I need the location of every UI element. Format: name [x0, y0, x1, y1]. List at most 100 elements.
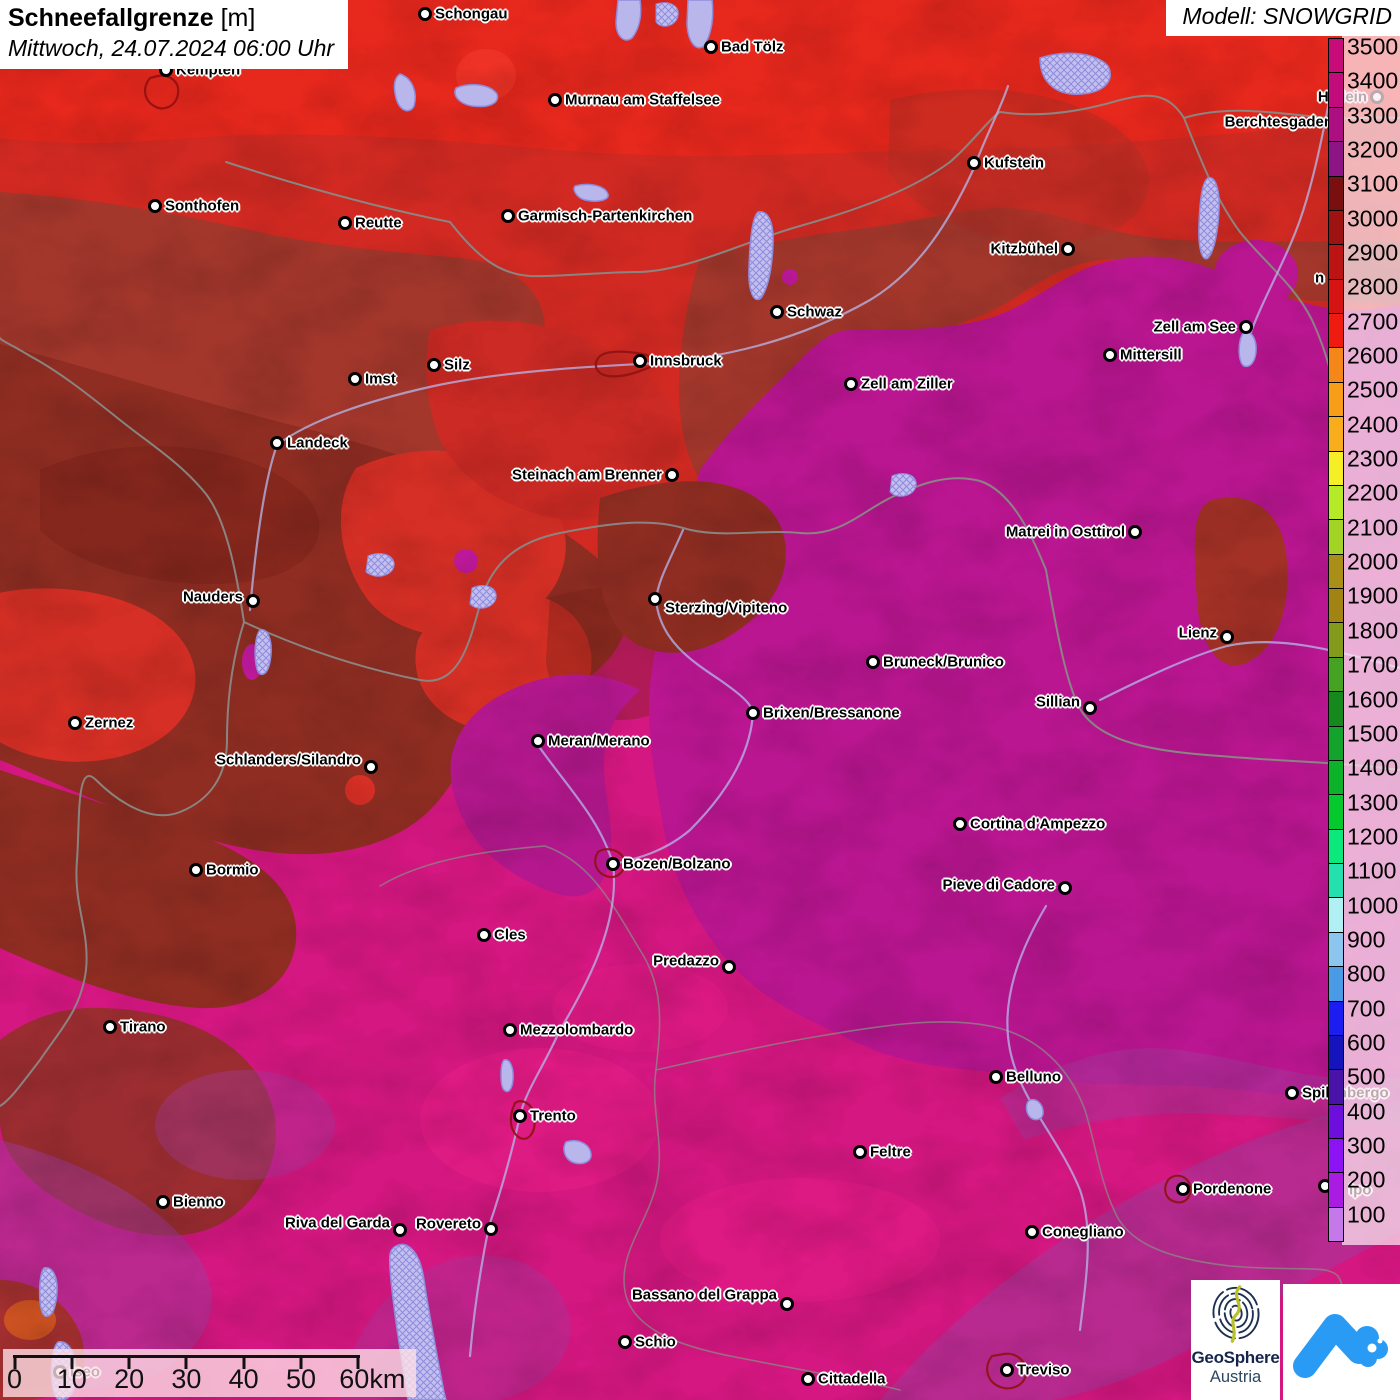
- city-marker: [967, 156, 981, 170]
- city-label: Bienno: [173, 1193, 224, 1211]
- city-label: Conegliano: [1042, 1223, 1124, 1241]
- city-label-fragment: n: [1315, 269, 1325, 287]
- scale-bar-label: 60km: [339, 1364, 406, 1394]
- city-marker: [606, 857, 620, 871]
- city-label: Tirano: [120, 1018, 166, 1036]
- city-label: Lienz: [1178, 624, 1217, 642]
- scale-bar-label: 30: [171, 1364, 202, 1394]
- city-label: Schwaz: [787, 303, 843, 321]
- city-label: Mittersill: [1120, 346, 1182, 364]
- city-label: Zell am See: [1153, 318, 1236, 336]
- map-title-box: Schneefallgrenze [m] Mittwoch, 24.07.202…: [0, 0, 349, 69]
- city-marker: [270, 436, 284, 450]
- city-label: Meran/Merano: [548, 732, 650, 750]
- city-label: Belluno: [1006, 1068, 1061, 1086]
- city-marker: [989, 1070, 1003, 1084]
- city-marker: [866, 655, 880, 669]
- city-label: Predazzo: [653, 952, 719, 970]
- city-label: Hallein: [1317, 88, 1367, 106]
- city-marker: [1220, 630, 1234, 644]
- city-marker: [1370, 90, 1384, 104]
- city-layer: Schongau Bad Tölz Kempten Murnau am Staffel…: [0, 0, 1400, 1400]
- city-label: Garmisch-Partenkirchen: [518, 207, 693, 225]
- city-marker: [103, 1020, 117, 1034]
- city-label: Spilimbergo: [1302, 1084, 1389, 1102]
- city-label: Bassano del Grappa: [631, 1286, 777, 1304]
- model-label-box: Modell: SNOWGRID: [1166, 0, 1400, 36]
- model-label: Modell: SNOWGRID: [1182, 3, 1392, 29]
- city-label: Pordenone: [1193, 1180, 1272, 1198]
- city-marker: [853, 1145, 867, 1159]
- city-label: Murnau am Staffelsee: [565, 91, 721, 109]
- city-marker: [1058, 881, 1072, 895]
- city-marker: [548, 93, 562, 107]
- city-marker: [418, 7, 432, 21]
- city-marker: [68, 716, 82, 730]
- city-marker: [722, 960, 736, 974]
- city-marker: [665, 468, 679, 482]
- product-unit: [m]: [220, 4, 256, 32]
- city-label-fragment: ipo: [1349, 1181, 1372, 1199]
- city-label: Cles: [494, 926, 526, 944]
- city-marker: [780, 1297, 794, 1311]
- geosphere-name: GeoSphere: [1191, 1348, 1280, 1367]
- city-label: Innsbruck: [650, 352, 722, 370]
- city-marker: [364, 760, 378, 774]
- city-label: Sillian: [1035, 693, 1080, 711]
- city-label: Schlanders/Silandro: [215, 751, 361, 769]
- city-marker: [348, 372, 362, 386]
- city-label: Sonthofen: [165, 197, 240, 215]
- geosphere-logo-box: GeoSphere Austria: [1191, 1280, 1280, 1400]
- city-marker: [503, 1023, 517, 1037]
- city-label: Bruneck/Brunico: [883, 653, 1004, 671]
- city-label: Zell am Ziller: [861, 375, 953, 393]
- city-label: Treviso: [1017, 1361, 1070, 1379]
- distance-scale-bar: 0 10 20 30 40 50 60km: [3, 1349, 416, 1397]
- city-label: Reutte: [355, 214, 402, 232]
- city-marker: [618, 1335, 632, 1349]
- scale-bar-label: 50: [285, 1364, 317, 1394]
- city-label: Brixen/Bressanone: [763, 704, 900, 722]
- city-marker: [1128, 525, 1142, 539]
- city-marker: [1083, 701, 1097, 715]
- product-title: Schneefallgrenze [m]: [8, 4, 334, 33]
- mountain-cloud-logo-icon: [1293, 1314, 1388, 1378]
- city-marker: [746, 706, 760, 720]
- city-label: Bozen/Bolzano: [623, 855, 731, 873]
- city-marker: [338, 216, 352, 230]
- city-label: Pieve di Cadore: [942, 876, 1055, 894]
- scale-bar-label: 0: [6, 1364, 23, 1394]
- city-label: Schongau: [435, 5, 508, 23]
- geosphere-country: Austria: [1209, 1368, 1262, 1386]
- city-marker: [844, 377, 858, 391]
- city-marker: [513, 1109, 527, 1123]
- city-label: Berchtesgaden: [1224, 113, 1333, 131]
- city-label: Matrei in Osttirol: [1005, 523, 1125, 541]
- city-label: Nauders: [182, 588, 243, 606]
- city-label: Imst: [365, 370, 396, 388]
- city-marker: [246, 594, 260, 608]
- snowfall-limit-map: Schongau Bad Tölz Kempten Murnau am Staffel…: [0, 0, 1400, 1400]
- geosphere-fingerprint-icon: [1212, 1285, 1259, 1343]
- scale-bar-label: 10: [56, 1364, 87, 1394]
- valid-datetime: Mittwoch, 24.07.2024 06:00 Uhr: [8, 35, 335, 61]
- partner-logo-box: [1283, 1284, 1400, 1400]
- city-marker: [1000, 1363, 1014, 1377]
- scale-bar-label: 40: [228, 1364, 259, 1394]
- city-marker: [427, 358, 441, 372]
- city-marker: [1239, 320, 1253, 334]
- city-marker: [156, 1195, 170, 1209]
- scale-bar-label: 20: [114, 1364, 145, 1394]
- city-marker: [648, 592, 662, 606]
- city-label: Mezzolombardo: [520, 1021, 634, 1039]
- city-marker: [477, 928, 491, 942]
- city-label: Silz: [444, 356, 470, 374]
- city-marker: [531, 734, 545, 748]
- city-label: Trento: [530, 1107, 576, 1125]
- city-label: Schio: [635, 1333, 676, 1351]
- city-label: Steinach am Brenner: [511, 466, 662, 484]
- city-label: Kufstein: [984, 154, 1044, 172]
- city-marker: [189, 863, 203, 877]
- city-label: Riva del Garda: [284, 1214, 390, 1232]
- city-marker: [770, 305, 784, 319]
